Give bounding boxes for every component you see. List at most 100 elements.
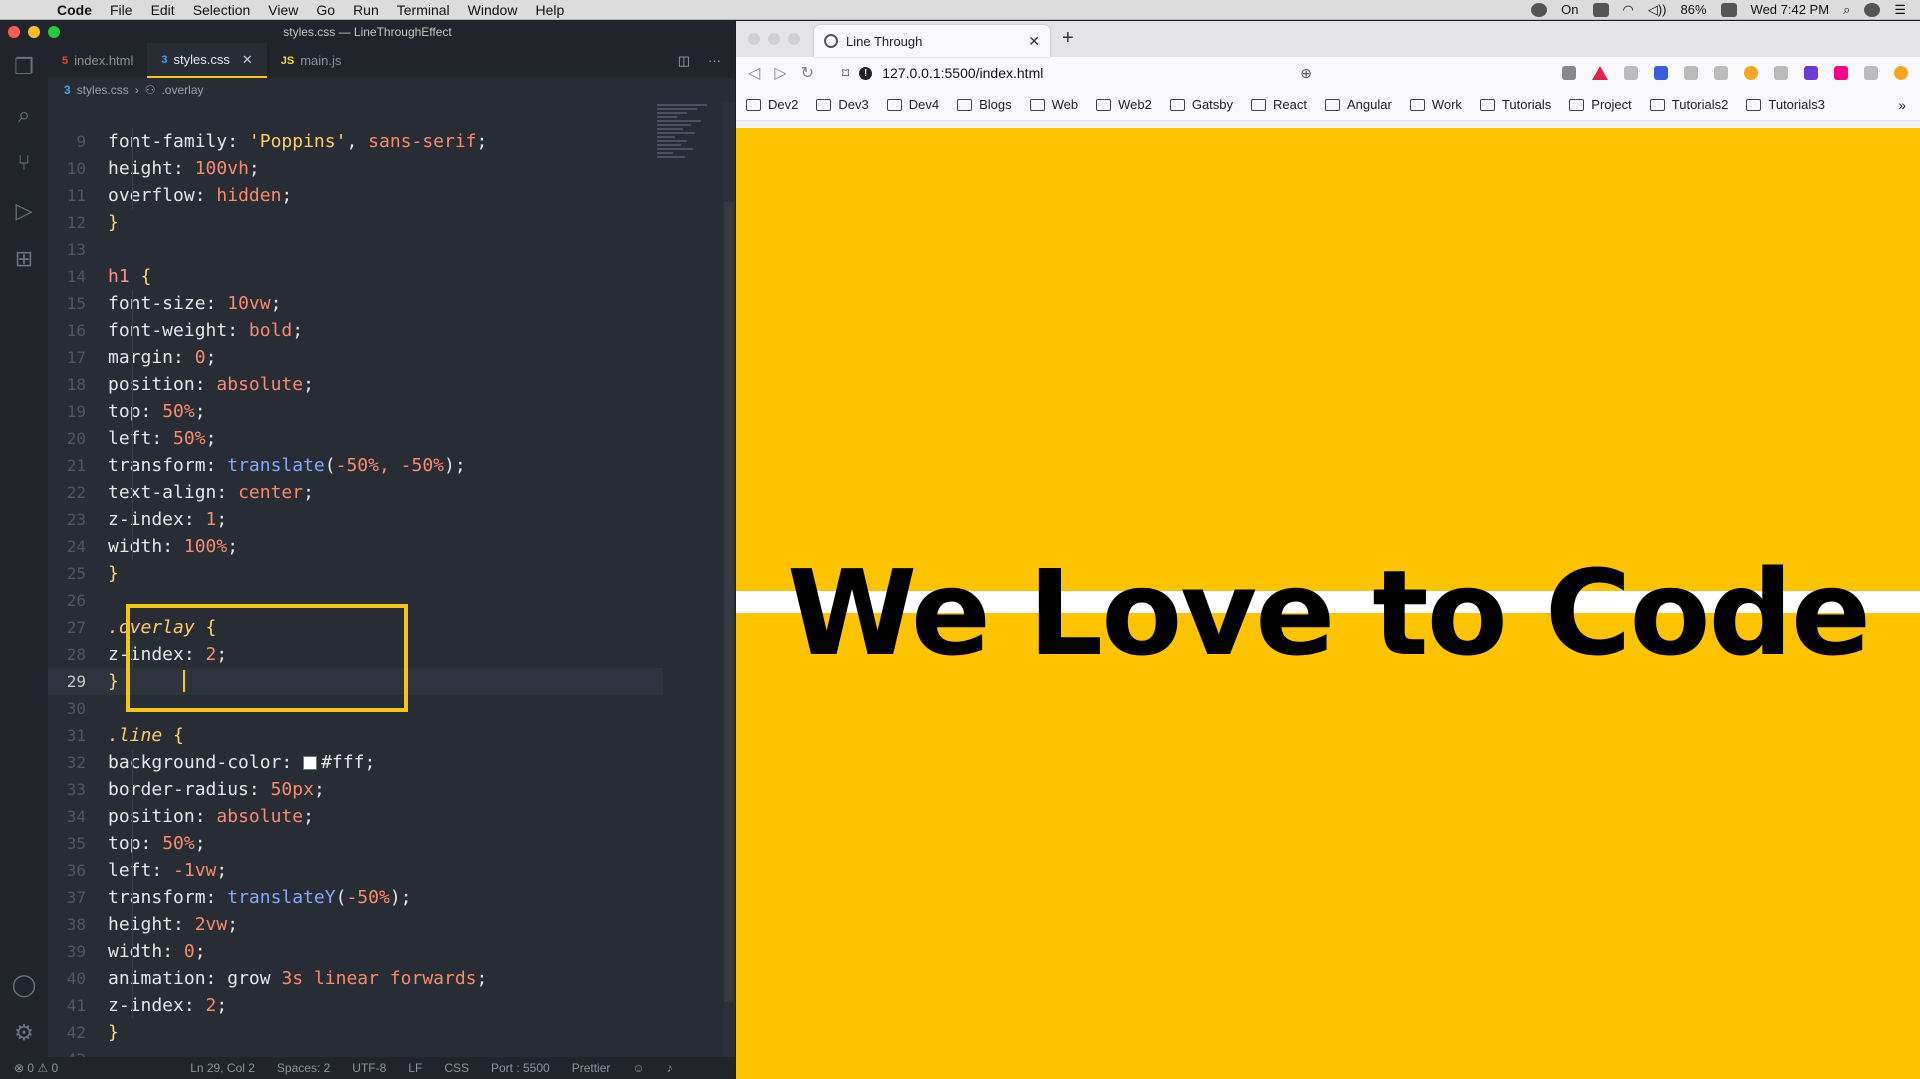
control-center-icon[interactable]: ☰ — [1894, 2, 1906, 18]
code-line[interactable]: 14 h1 { — [48, 263, 668, 290]
code-line[interactable]: 9 font-family: 'Poppins', sans-serif; — [48, 128, 668, 155]
extension-icon[interactable] — [1834, 66, 1848, 80]
bookmark-folder[interactable]: Tutorials3 — [1746, 97, 1825, 112]
code-line[interactable]: 32 background-color: #fff; — [48, 749, 668, 776]
browser-tab-active[interactable]: Line Through ✕ — [814, 25, 1050, 57]
menu-selection[interactable]: Selection — [184, 2, 260, 18]
code-line[interactable]: 36 left: -1vw; — [48, 857, 668, 884]
eol-status[interactable]: LF — [408, 1061, 422, 1075]
feedback-icon[interactable]: ☺ — [632, 1061, 644, 1075]
code-line[interactable]: 33 border-radius: 50px; — [48, 776, 668, 803]
bookmark-folder[interactable]: Blogs — [957, 97, 1012, 112]
bookmark-folder[interactable]: Web — [1029, 97, 1078, 112]
siri-icon[interactable] — [1864, 2, 1881, 17]
code-line[interactable]: 18 position: absolute; — [48, 371, 668, 398]
code-lines[interactable]: 9 font-family: 'Poppins', sans-serif; 10… — [48, 128, 668, 1073]
url-text[interactable]: 127.0.0.1:5500/index.html — [882, 65, 1043, 81]
bookmark-folder[interactable]: Angular — [1325, 97, 1392, 112]
focus-status[interactable]: On — [1561, 2, 1578, 17]
site-info-icon[interactable]: ! — [859, 66, 873, 80]
menu-file[interactable]: File — [101, 2, 142, 18]
code-line[interactable]: 10 height: 100vh; — [48, 155, 668, 182]
zoom-window-button[interactable] — [788, 33, 800, 45]
code-line[interactable]: 40 animation: grow 3s linear forwards; — [48, 965, 668, 992]
brave-rewards-icon[interactable] — [1592, 66, 1608, 80]
new-tab-button[interactable]: + — [1062, 27, 1074, 57]
spotlight-search-icon[interactable]: ⌕ — [1843, 2, 1850, 18]
zoom-icon[interactable]: ⊕ — [1300, 65, 1312, 82]
bookmark-folder[interactable]: Tutorials2 — [1649, 97, 1728, 112]
code-line[interactable]: 17 margin: 0; — [48, 344, 668, 371]
reload-icon[interactable]: ↻ — [801, 63, 814, 83]
code-line[interactable]: 16 font-weight: bold; — [48, 317, 668, 344]
menu-go[interactable]: Go — [307, 2, 344, 18]
menu-terminal[interactable]: Terminal — [388, 2, 459, 18]
code-line[interactable]: 35 top: 50%; — [48, 830, 668, 857]
code-line[interactable]: 20 left: 50%; — [48, 425, 668, 452]
language-mode[interactable]: CSS — [444, 1061, 469, 1075]
menu-help[interactable]: Help — [526, 2, 573, 18]
split-editor-icon[interactable]: ◫ — [678, 53, 690, 69]
notifications-bell-icon[interactable]: ♪ — [667, 1061, 673, 1075]
extension-icon[interactable] — [1654, 66, 1668, 80]
menu-icon[interactable] — [1864, 66, 1878, 80]
battery-icon[interactable] — [1720, 2, 1737, 17]
bookmark-folder[interactable]: Dev4 — [886, 97, 939, 112]
code-line[interactable]: 25} — [48, 560, 668, 587]
source-control-icon[interactable]: ⑂ — [0, 139, 48, 187]
breadcrumb-symbol[interactable]: .overlay — [161, 83, 203, 97]
screen-record-icon[interactable] — [1531, 2, 1548, 17]
code-line[interactable]: 38 height: 2vw; — [48, 911, 668, 938]
code-line[interactable]: 31 .line { — [48, 722, 668, 749]
code-line[interactable]: 23 z-index: 1; — [48, 506, 668, 533]
code-line[interactable]: 11 overflow: hidden; — [48, 182, 668, 209]
encoding-status[interactable]: UTF-8 — [352, 1061, 386, 1075]
extension-icon[interactable] — [1714, 66, 1728, 80]
code-line[interactable]: 39 width: 0; — [48, 938, 668, 965]
code-editor[interactable]: 9 font-family: 'Poppins', sans-serif; 10… — [48, 102, 735, 1069]
back-icon[interactable]: ◁ — [748, 63, 760, 83]
bookmark-folder[interactable]: Dev3 — [816, 97, 869, 112]
extension-icon[interactable] — [1774, 66, 1788, 80]
color-picker-extension-icon[interactable] — [1744, 66, 1758, 80]
menu-app-code[interactable]: Code — [48, 2, 101, 18]
menu-view[interactable]: View — [259, 2, 307, 18]
bookmark-folder[interactable]: Dev2 — [746, 97, 798, 112]
bookmark-folder[interactable]: Work — [1409, 97, 1462, 112]
settings-gear-icon[interactable]: ⚙ — [0, 1009, 48, 1057]
close-window-button[interactable] — [748, 33, 760, 45]
live-server-port[interactable]: Port : 5500 — [491, 1061, 550, 1075]
close-tab-icon[interactable]: ✕ — [1028, 33, 1040, 50]
bookmark-folder[interactable]: Tutorials — [1479, 97, 1551, 112]
editor-scrollbar[interactable] — [723, 102, 735, 1057]
volume-icon[interactable]: ◁)) — [1648, 2, 1667, 18]
cursor-position[interactable]: Ln 29, Col 2 — [190, 1061, 255, 1075]
bookmark-icon[interactable]: ⌑ — [842, 65, 849, 82]
extension-icon[interactable] — [1624, 66, 1638, 80]
network-icon[interactable] — [1592, 2, 1609, 17]
code-line[interactable]: 21 transform: translate(-50%, -50%); — [48, 452, 668, 479]
bookmark-folder[interactable]: Gatsby — [1169, 97, 1233, 112]
menu-run[interactable]: Run — [344, 2, 388, 18]
extension-icon[interactable] — [1804, 66, 1818, 80]
code-line[interactable]: 12} — [48, 209, 668, 236]
tab-main-js[interactable]: JS main.js — [267, 43, 356, 78]
bookmark-folder[interactable]: Project — [1569, 97, 1632, 112]
extensions-icon[interactable]: ⊞ — [0, 235, 48, 283]
brave-shield-icon[interactable] — [1562, 66, 1576, 80]
code-line[interactable]: 22 text-align: center; — [48, 479, 668, 506]
more-actions-icon[interactable]: ··· — [708, 53, 721, 68]
code-line[interactable]: 19 top: 50%; — [48, 398, 668, 425]
bookmark-folder[interactable]: React — [1251, 97, 1307, 112]
indentation-status[interactable]: Spaces: 2 — [277, 1061, 330, 1075]
tab-styles-css[interactable]: 3 styles.css ✕ — [147, 43, 267, 78]
bookmark-folder[interactable]: Web2 — [1096, 97, 1152, 112]
code-line[interactable]: 37 transform: translateY(-50%); — [48, 884, 668, 911]
extension-icon[interactable] — [1684, 66, 1698, 80]
forward-icon[interactable]: ▷ — [774, 63, 786, 83]
explorer-icon[interactable]: ❐ — [0, 43, 48, 91]
code-line[interactable]: 34 position: absolute; — [48, 803, 668, 830]
code-line[interactable]: 15 font-size: 10vw; — [48, 290, 668, 317]
minimap[interactable] — [657, 102, 713, 212]
code-line[interactable]: 13 — [48, 236, 668, 263]
